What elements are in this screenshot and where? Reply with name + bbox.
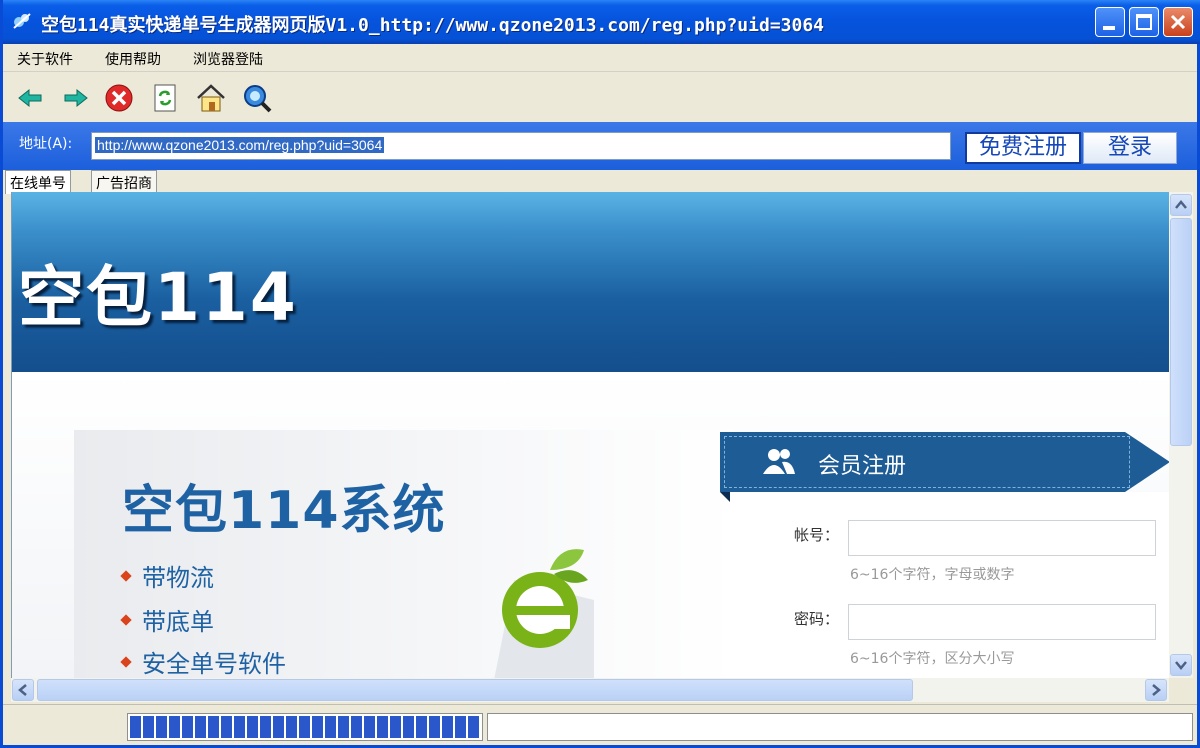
- promo-item: 安全单号软件: [120, 644, 286, 678]
- home-button[interactable]: [195, 82, 227, 114]
- address-url: http://www.qzone2013.com/reg.php?uid=306…: [95, 137, 385, 153]
- search-icon: [244, 85, 272, 113]
- stop-icon: [105, 84, 133, 112]
- home-icon: [197, 84, 225, 112]
- scroll-up-button[interactable]: [1170, 194, 1192, 216]
- menu-help[interactable]: 使用帮助: [105, 49, 161, 69]
- account-hint: 6~16个字符，字母或数字: [850, 567, 1015, 583]
- register-title: 会员注册: [818, 454, 907, 479]
- maximize-icon: [1136, 14, 1152, 30]
- back-arrow-icon: [18, 88, 42, 108]
- promo-title: 空包114系统: [122, 481, 446, 541]
- horizontal-scroll-thumb[interactable]: [37, 679, 913, 701]
- menu-bar: 关于软件 使用帮助 浏览器登陆: [3, 44, 1197, 72]
- horizontal-scrollbar[interactable]: [11, 678, 1169, 702]
- menu-about[interactable]: 关于软件: [17, 49, 73, 69]
- tab-online-number[interactable]: 在线单号: [5, 170, 71, 194]
- free-register-button[interactable]: 免费注册: [965, 132, 1081, 164]
- promo-panel: 空包114系统 带物流 带底单 安全单号软件: [74, 430, 734, 678]
- vertical-scroll-thumb[interactable]: [1170, 218, 1192, 446]
- account-input[interactable]: [848, 520, 1156, 556]
- address-input[interactable]: http://www.qzone2013.com/reg.php?uid=306…: [91, 132, 951, 160]
- title-bar[interactable]: 空包114真实快递单号生成器网页版V1.0_http://www.qzone20…: [3, 0, 1200, 44]
- scroll-right-button[interactable]: [1145, 679, 1167, 701]
- close-icon: [1170, 14, 1186, 30]
- status-bar: [3, 704, 1197, 745]
- vertical-scrollbar[interactable]: [1169, 192, 1193, 678]
- stop-button[interactable]: [103, 82, 135, 114]
- minimize-icon: [1103, 26, 1115, 30]
- login-button[interactable]: 登录: [1083, 132, 1177, 164]
- tab-strip: 在线单号 广告招商: [3, 170, 1197, 194]
- promo-item: 带物流: [120, 558, 214, 593]
- address-bar: 地址(A): http://www.qzone2013.com/reg.php?…: [3, 122, 1197, 170]
- scroll-down-button[interactable]: [1170, 654, 1192, 676]
- progress-bar: [127, 713, 483, 741]
- password-label: 密码：: [794, 610, 840, 628]
- promo-item: 带底单: [120, 602, 214, 637]
- bullet-icon: [120, 614, 132, 626]
- chevron-down-icon: [1175, 661, 1187, 670]
- window-title: 空包114真实快递单号生成器网页版V1.0_http://www.qzone20…: [41, 15, 825, 36]
- site-banner: 空包114: [12, 192, 1169, 372]
- tab-advertising[interactable]: 广告招商: [91, 170, 157, 192]
- bullet-icon: [120, 656, 132, 668]
- chevron-left-icon: [18, 684, 27, 696]
- status-right-pane: [487, 713, 1193, 741]
- back-button[interactable]: [15, 82, 47, 114]
- maximize-button[interactable]: [1129, 7, 1159, 37]
- chevron-up-icon: [1175, 200, 1187, 209]
- minimize-button[interactable]: [1095, 7, 1125, 37]
- chevron-right-icon: [1152, 684, 1161, 696]
- refresh-icon: [154, 84, 176, 112]
- app-icon: [11, 10, 33, 32]
- register-form: 帐号： 6~16个字符，字母或数字 密码： 6~16个字符，区分大小写: [730, 492, 1169, 678]
- account-label: 帐号：: [794, 526, 840, 544]
- users-icon: [763, 449, 795, 474]
- search-button[interactable]: [241, 82, 273, 114]
- app-window: 空包114真实快递单号生成器网页版V1.0_http://www.qzone20…: [0, 0, 1200, 748]
- ie-logo-icon: [494, 549, 594, 678]
- forward-arrow-icon: [64, 88, 88, 108]
- progress-fill: [130, 716, 480, 738]
- password-input[interactable]: [848, 604, 1156, 640]
- close-button[interactable]: [1163, 7, 1193, 37]
- forward-button[interactable]: [59, 82, 91, 114]
- password-hint: 6~16个字符，区分大小写: [850, 651, 1015, 667]
- toolbar: [3, 72, 1197, 122]
- site-logo-text: 空包114: [18, 259, 298, 336]
- refresh-button[interactable]: [149, 82, 181, 114]
- bullet-icon: [120, 570, 132, 582]
- menu-browser-login[interactable]: 浏览器登陆: [193, 49, 263, 69]
- scroll-left-button[interactable]: [12, 679, 34, 701]
- address-label: 地址(A):: [19, 136, 73, 152]
- web-content: 空包114 空包114系统 带物流 带底单 安全单号软件 会员注册 帐号： 6~…: [11, 192, 1169, 678]
